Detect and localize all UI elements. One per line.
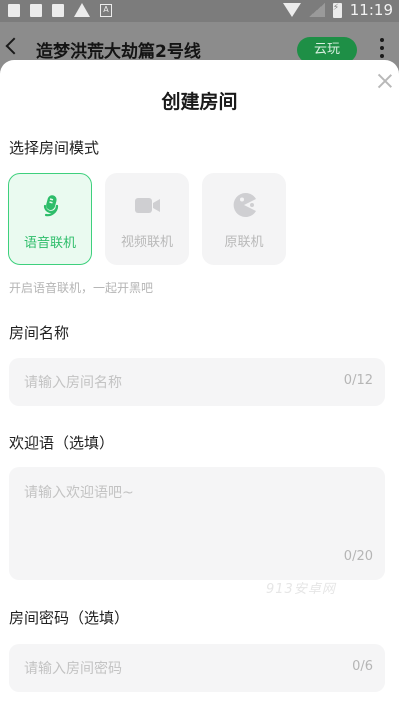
video-camera-icon bbox=[135, 198, 160, 213]
mode-voice-label: 语音联机 bbox=[23, 236, 76, 251]
back-arrow-icon[interactable] bbox=[5, 37, 23, 55]
warning-icon bbox=[74, 3, 90, 17]
room-name-label: 房间名称 bbox=[9, 324, 70, 342]
status-time: 11:19 bbox=[349, 1, 393, 19]
more-vertical-icon[interactable] bbox=[380, 38, 384, 58]
microphone-icon bbox=[43, 195, 59, 217]
mode-original-option[interactable]: 原联机 bbox=[202, 173, 286, 265]
mode-original-label: 原联机 bbox=[224, 235, 264, 250]
notification-icon bbox=[8, 3, 20, 17]
pacman-icon bbox=[233, 193, 256, 217]
notification-icon bbox=[52, 3, 64, 17]
room-name-input[interactable]: 请输入房间名称 0/12 bbox=[9, 358, 385, 406]
create-room-sheet: 创建房间 选择房间模式 语音联机 视频联机 原联机 开启语音联机，一起开黑吧 房… bbox=[0, 60, 399, 720]
welcome-textarea[interactable]: 请输入欢迎语吧~ 0/20 bbox=[9, 467, 385, 580]
battery-charging-icon bbox=[332, 2, 342, 18]
notification-icons: A bbox=[8, 3, 112, 17]
sheet-title: 创建房间 bbox=[161, 91, 238, 113]
status-bar: A 11:19 bbox=[0, 0, 399, 22]
mode-hint: 开启语音联机，一起开黑吧 bbox=[9, 281, 154, 295]
close-icon[interactable] bbox=[376, 72, 394, 90]
room-name-placeholder: 请输入房间名称 bbox=[24, 375, 122, 391]
notification-a-icon: A bbox=[100, 3, 112, 17]
password-input[interactable]: 请输入房间密码 0/6 bbox=[9, 644, 385, 692]
welcome-counter: 0/20 bbox=[343, 549, 373, 564]
wifi-icon bbox=[282, 3, 301, 17]
welcome-label: 欢迎语（选填） bbox=[9, 434, 115, 452]
game-title: 造梦洪荒大劫篇2号线 bbox=[36, 42, 201, 62]
mode-video-label: 视频联机 bbox=[120, 235, 173, 250]
watermark: 913安卓网 bbox=[266, 582, 336, 597]
mode-section-label: 选择房间模式 bbox=[9, 139, 100, 157]
password-placeholder: 请输入房间密码 bbox=[24, 661, 122, 677]
mode-video-option[interactable]: 视频联机 bbox=[105, 173, 189, 265]
signal-icon bbox=[308, 3, 325, 17]
room-name-counter: 0/12 bbox=[343, 373, 373, 388]
notification-icon bbox=[30, 3, 42, 17]
mode-options: 语音联机 视频联机 原联机 bbox=[8, 173, 286, 265]
password-label: 房间密码（选填） bbox=[9, 609, 130, 627]
mode-voice-option[interactable]: 语音联机 bbox=[8, 173, 92, 265]
password-counter: 0/6 bbox=[352, 659, 373, 674]
welcome-placeholder: 请输入欢迎语吧~ bbox=[24, 485, 134, 501]
